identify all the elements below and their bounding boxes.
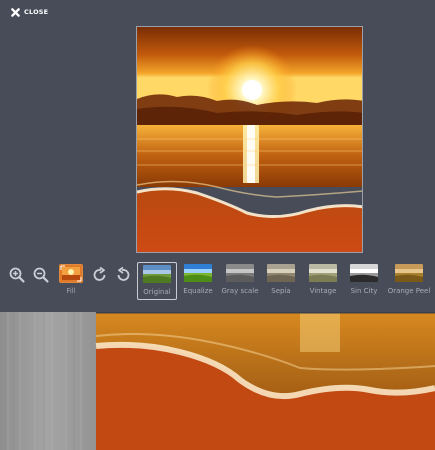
rotate-left-icon: [117, 266, 130, 281]
zoom-out-button[interactable]: [32, 266, 50, 284]
image-editor-panel: CLOSE Fill Original Equalize Gray scale …: [0, 0, 435, 312]
filter-thumbnail: [226, 264, 254, 282]
filter-equalize[interactable]: Equalize: [178, 262, 218, 300]
close-label: CLOSE: [24, 8, 49, 16]
fill-label: Fill: [66, 287, 76, 295]
close-icon: [11, 7, 20, 17]
filter-thumbnail: [350, 264, 378, 282]
filter-label: Orange Peel: [387, 287, 431, 295]
filter-label: Sepia: [271, 287, 291, 295]
filter-gray-scale[interactable]: Gray scale: [220, 262, 260, 300]
zoom-out-icon: [33, 267, 49, 283]
filter-vintage[interactable]: Vintage: [303, 262, 343, 300]
sunset-beach-image: [137, 27, 362, 252]
zoomed-image-background: [0, 312, 435, 450]
filter-original[interactable]: Original: [137, 262, 177, 300]
rotate-right-button[interactable]: [91, 266, 109, 284]
filter-label: Gray scale: [221, 287, 259, 295]
filter-thumbnail: [184, 264, 212, 282]
filter-thumbnail: [143, 265, 171, 283]
rotate-left-button[interactable]: [114, 266, 132, 284]
rotate-right-icon: [93, 266, 106, 281]
zoom-in-button[interactable]: [8, 266, 26, 284]
filter-thumbnail: [267, 264, 295, 282]
filter-thumbnail: [395, 264, 423, 282]
filter-label: Equalize: [183, 287, 213, 295]
filter-label: Vintage: [309, 287, 337, 295]
editor-toolbar: Fill Original Equalize Gray scale Sepia …: [0, 256, 435, 308]
filter-sin-city[interactable]: Sin City: [344, 262, 384, 300]
filter-label: Sin City: [350, 287, 378, 295]
close-button[interactable]: CLOSE: [11, 6, 48, 18]
zoom-in-icon: [9, 267, 25, 283]
filter-sepia[interactable]: Sepia: [261, 262, 301, 300]
background-canvas: [0, 312, 435, 450]
fill-icon: [59, 264, 83, 283]
fill-button[interactable]: Fill: [58, 264, 84, 302]
filter-orange-peel[interactable]: Orange Peel: [386, 262, 432, 300]
image-preview: [136, 26, 363, 253]
filter-label: Original: [143, 288, 171, 296]
filter-thumbnail: [309, 264, 337, 282]
